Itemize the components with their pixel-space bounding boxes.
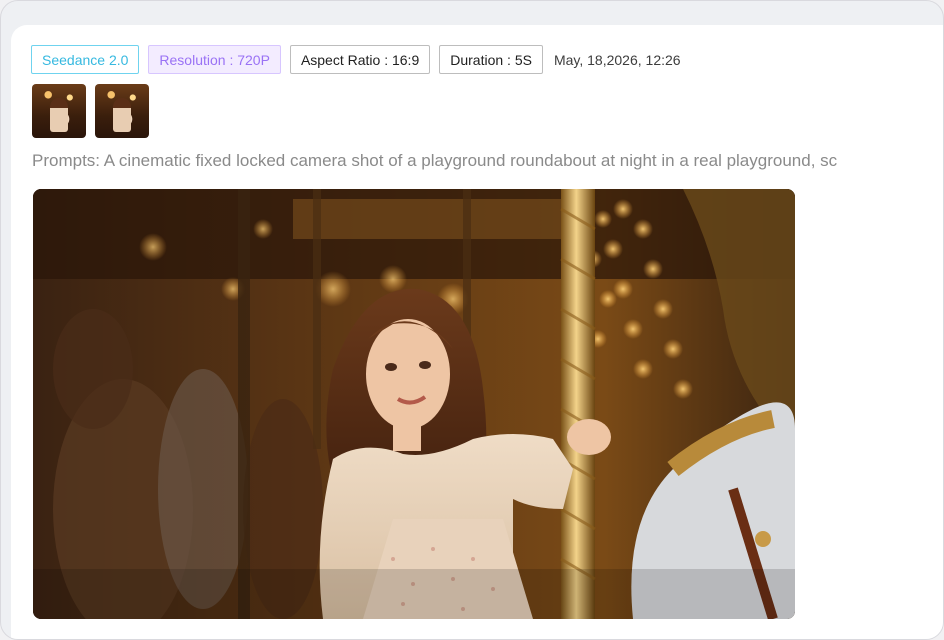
model-tag: Seedance 2.0 [31,45,140,74]
app-window: Seedance 2.0 Resolution : 720P Aspect Ra… [0,0,944,640]
reference-thumbnail-2[interactable] [95,84,149,138]
tag-row: Seedance 2.0 Resolution : 720P Aspect Ra… [31,45,681,74]
video-preview[interactable] [33,189,795,619]
prompt-text: Prompts: A cinematic fixed locked camera… [32,151,838,170]
timestamp: May, 18,2026, 12:26 [553,51,681,68]
resolution-tag: Resolution : 720P [148,45,281,74]
duration-tag: Duration : 5S [439,45,543,74]
reference-thumbnail-1[interactable] [32,84,86,138]
aspect-ratio-tag: Aspect Ratio : 16:9 [289,45,431,74]
generation-card: Seedance 2.0 Resolution : 720P Aspect Ra… [11,25,943,639]
reference-thumbnails [32,84,149,138]
preview-image [33,189,795,619]
